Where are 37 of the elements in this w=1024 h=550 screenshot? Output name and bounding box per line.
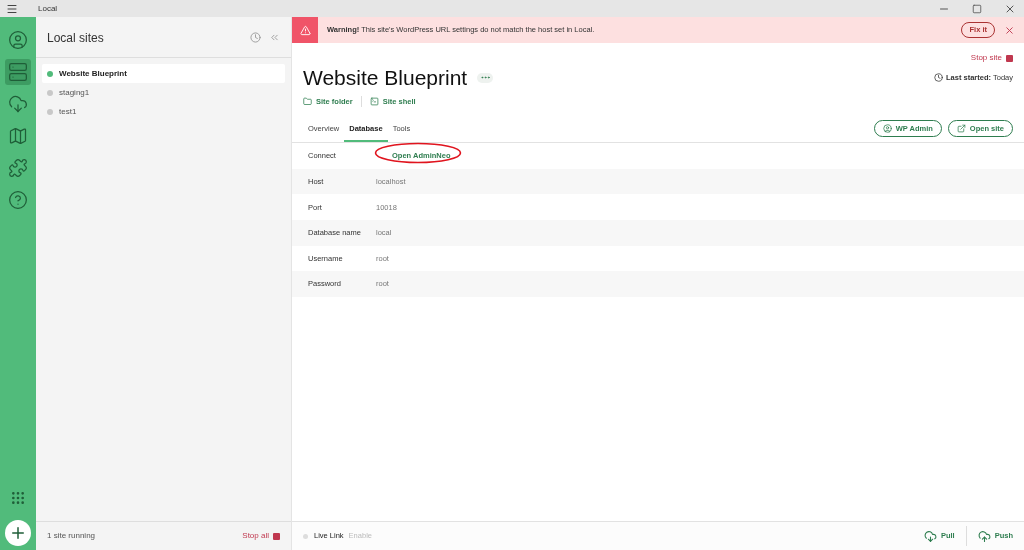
sites-rail-button[interactable]	[5, 59, 31, 85]
plus-icon	[9, 524, 27, 542]
site-item[interactable]: staging1	[42, 83, 285, 102]
site-name: Website Blueprint	[59, 67, 127, 80]
stop-all-button[interactable]: Stop all	[242, 530, 280, 542]
site-item[interactable]: Website Blueprint	[42, 64, 285, 83]
site-name: test1	[59, 105, 77, 118]
puzzle-icon	[8, 158, 28, 178]
stop-site-button[interactable]: Stop site	[970, 52, 1013, 64]
site-title: Website Blueprint	[303, 67, 468, 88]
help-icon	[8, 190, 28, 210]
stop-icon	[1006, 54, 1013, 62]
grid-icon[interactable]	[10, 490, 26, 506]
window-title: Local	[38, 2, 58, 15]
clock-icon	[934, 73, 943, 82]
external-link-icon	[956, 124, 966, 134]
add-site-button[interactable]	[5, 520, 31, 546]
history-icon[interactable]	[250, 32, 261, 43]
menu-icon[interactable]	[6, 2, 18, 15]
cloud-icon	[8, 94, 28, 114]
folder-icon	[303, 97, 312, 107]
collapse-icon[interactable]	[269, 32, 280, 43]
close-icon[interactable]	[1004, 24, 1015, 36]
cloud-upload-icon	[977, 529, 991, 543]
cloud-download-icon	[923, 529, 937, 543]
terminal-icon	[369, 97, 379, 107]
panel-title: Local sites	[47, 29, 104, 47]
maximize-icon[interactable]	[972, 3, 982, 14]
warning-icon	[299, 24, 311, 36]
site-name: staging1	[59, 86, 90, 99]
running-count: 1 site running	[47, 530, 96, 542]
user-icon	[8, 30, 28, 50]
site-item[interactable]: test1	[42, 102, 285, 121]
more-button[interactable]	[477, 72, 494, 83]
stop-icon	[273, 532, 280, 540]
sites-icon	[8, 62, 28, 82]
map-icon	[8, 126, 28, 146]
